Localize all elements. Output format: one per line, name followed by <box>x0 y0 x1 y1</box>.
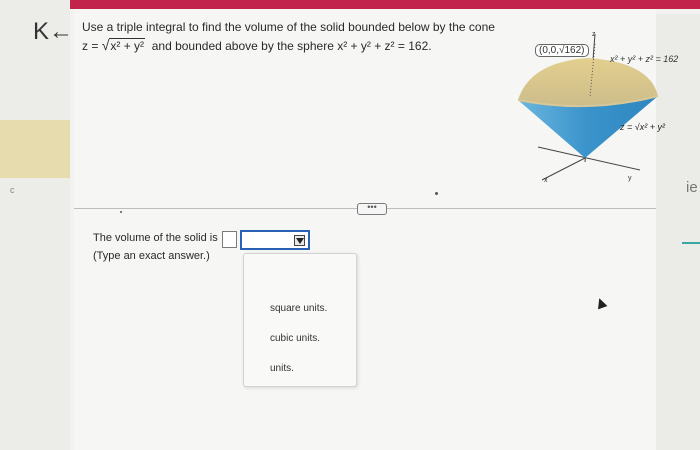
chevron-down-icon[interactable] <box>294 235 305 246</box>
answer-hint: (Type an exact answer.) <box>93 250 210 262</box>
question-line-1: Use a triple integral to find the volume… <box>82 20 495 34</box>
nav-dot: c <box>10 185 15 195</box>
point-label: (0,0,√162) <box>535 44 589 57</box>
back-button[interactable]: K← <box>33 20 73 44</box>
unit-dropdown[interactable] <box>240 230 310 250</box>
sphere-cap <box>518 58 658 106</box>
cone-prefix: z = <box>82 39 99 53</box>
solid-figure: z x y (0,0,√162) x² + y² + z² = 162 z = … <box>510 22 695 197</box>
x-axis-line <box>541 157 586 181</box>
top-accent-bar <box>70 0 700 9</box>
stray-dot <box>435 192 438 195</box>
cone-radicand: x² + y² <box>109 38 146 53</box>
y-axis-label: y <box>628 175 632 182</box>
left-nav-strip <box>0 0 70 450</box>
unit-dropdown-menu: square units. cubic units. units. <box>243 253 357 387</box>
answer-input[interactable] <box>222 231 237 248</box>
answer-prompt: The volume of the solid is <box>93 232 218 244</box>
left-highlight-band <box>0 120 70 178</box>
x-axis-label: x <box>544 177 548 184</box>
z-axis-label: z <box>592 31 596 38</box>
stray-dot <box>120 211 122 213</box>
unit-option-square[interactable]: square units. <box>270 303 327 314</box>
unit-option-units[interactable]: units. <box>270 363 294 374</box>
question-line-2-rest: and bounded above by the sphere x² + y² … <box>151 39 432 53</box>
cone-equation-label: z = √x² + y² <box>620 122 665 132</box>
expand-button[interactable]: ••• <box>357 203 387 215</box>
sphere-equation-label: x² + y² + z² = 162 <box>610 54 679 64</box>
unit-option-cubic[interactable]: cubic units. <box>270 333 320 344</box>
question-line-2: z = √x² + y² and bounded above by the sp… <box>82 37 432 53</box>
right-accent-line <box>682 242 700 244</box>
